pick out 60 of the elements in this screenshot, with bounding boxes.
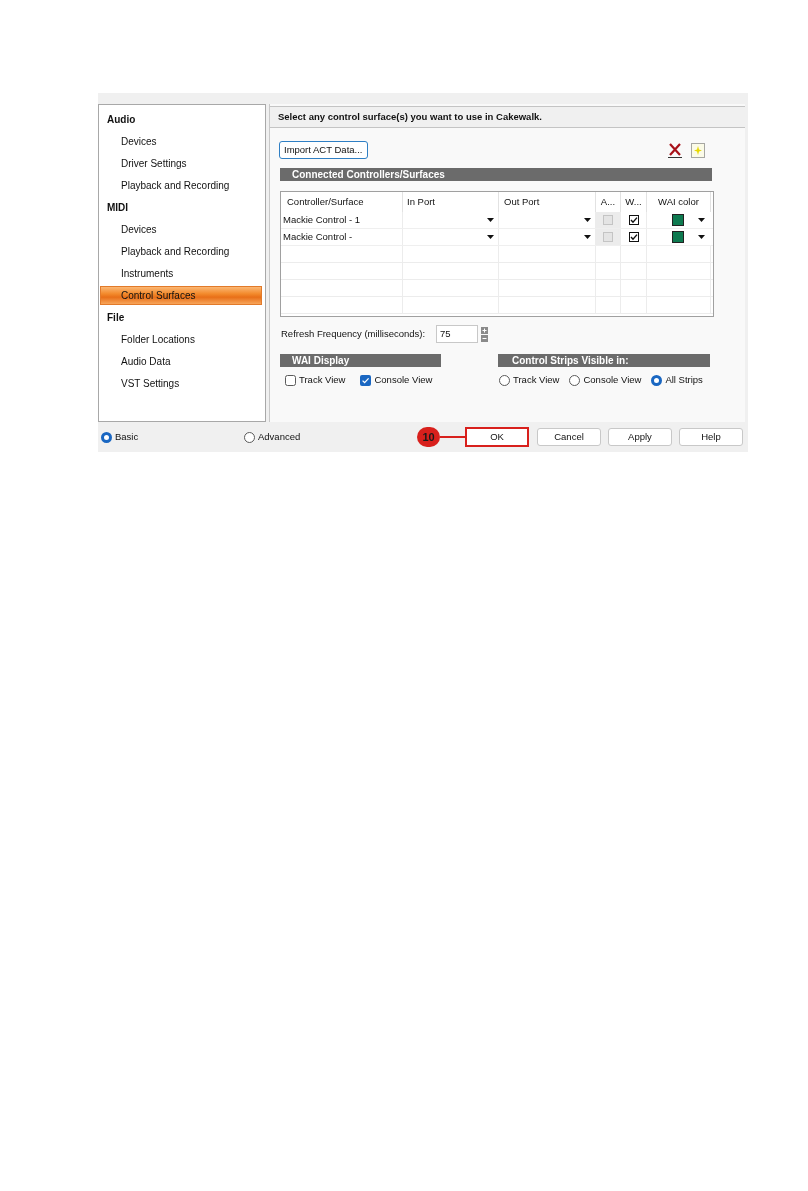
column-header[interactable]: WAI color bbox=[658, 197, 699, 207]
refresh-frequency-field[interactable]: 75 bbox=[436, 325, 478, 343]
option-label: Console View bbox=[374, 373, 433, 387]
caret-icon bbox=[584, 235, 591, 239]
section-header: Connected Controllers/Surfaces bbox=[280, 168, 712, 181]
refresh-frequency-label: Refresh Frequency (milliseconds): bbox=[281, 326, 427, 341]
instruction-banner: Select any control surface(s) you want to use in Cakewalk. bbox=[270, 106, 745, 128]
caret-icon bbox=[584, 218, 591, 222]
column-header[interactable]: W... bbox=[625, 197, 642, 207]
option-label: Advanced bbox=[258, 429, 301, 444]
column-header[interactable]: In Port bbox=[407, 197, 435, 207]
sidebar-item[interactable]: Folder Locations bbox=[100, 330, 262, 349]
sidebar-item[interactable]: Audio Data bbox=[100, 352, 262, 371]
color-swatch-icon[interactable] bbox=[672, 214, 684, 226]
option-label: Track View bbox=[513, 373, 560, 387]
sidebar-item[interactable]: Playback and Recording bbox=[100, 242, 262, 261]
table-cell: Mackie Control - 1 bbox=[283, 215, 361, 225]
dialog-button[interactable]: Help bbox=[679, 428, 743, 446]
sparkle-icon[interactable] bbox=[691, 142, 705, 158]
caret-icon bbox=[487, 218, 494, 222]
radio-button[interactable] bbox=[101, 431, 112, 443]
caret-icon bbox=[487, 235, 494, 239]
sidebar-heading: MIDI bbox=[107, 202, 129, 213]
table-cell: Mackie Control - bbox=[283, 232, 353, 242]
sidebar-item[interactable]: Driver Settings bbox=[100, 154, 262, 173]
sidebar-heading: File bbox=[107, 312, 125, 323]
sidebar-item[interactable]: Control Surfaces bbox=[100, 286, 262, 305]
dialog-button[interactable]: Cancel bbox=[537, 428, 601, 446]
section-header: Control Strips Visible in: bbox=[498, 354, 710, 367]
spin-up-icon[interactable] bbox=[481, 326, 488, 334]
radio-button[interactable] bbox=[499, 374, 510, 386]
radio-button[interactable] bbox=[244, 431, 255, 443]
sidebar-item[interactable]: Playback and Recording bbox=[100, 176, 262, 195]
sidebar-heading: Audio bbox=[107, 114, 136, 125]
checkbox[interactable] bbox=[628, 215, 639, 225]
option-label: All Strips bbox=[665, 373, 703, 387]
option-label: Basic bbox=[115, 429, 139, 444]
section-header: WAI Display bbox=[280, 354, 441, 367]
radio-button[interactable] bbox=[651, 374, 663, 386]
color-swatch-icon[interactable] bbox=[672, 231, 684, 243]
dialog-button[interactable]: Apply bbox=[608, 428, 672, 446]
sidebar-item[interactable]: Devices bbox=[100, 132, 262, 151]
column-header[interactable]: Controller/Surface bbox=[287, 197, 364, 207]
spin-down-icon[interactable] bbox=[481, 334, 488, 342]
column-header[interactable]: Out Port bbox=[504, 197, 540, 207]
sidebar-item[interactable]: Devices bbox=[100, 220, 262, 239]
sidebar-item[interactable]: Instruments bbox=[100, 264, 262, 283]
caret-icon bbox=[698, 218, 705, 222]
option-label: Console View bbox=[583, 373, 642, 387]
callout-badge: 10 bbox=[417, 427, 440, 447]
caret-icon bbox=[698, 235, 705, 239]
delete-icon[interactable] bbox=[668, 142, 682, 158]
checkbox[interactable] bbox=[285, 374, 296, 386]
sidebar-item[interactable]: VST Settings bbox=[100, 374, 262, 393]
radio-button[interactable] bbox=[569, 374, 581, 386]
option-label: Track View bbox=[299, 373, 346, 387]
checkbox[interactable] bbox=[360, 374, 372, 386]
checkbox[interactable] bbox=[628, 232, 639, 242]
import-act-data-button[interactable]: Import ACT Data... bbox=[279, 141, 368, 159]
column-header[interactable]: A... bbox=[600, 197, 616, 207]
